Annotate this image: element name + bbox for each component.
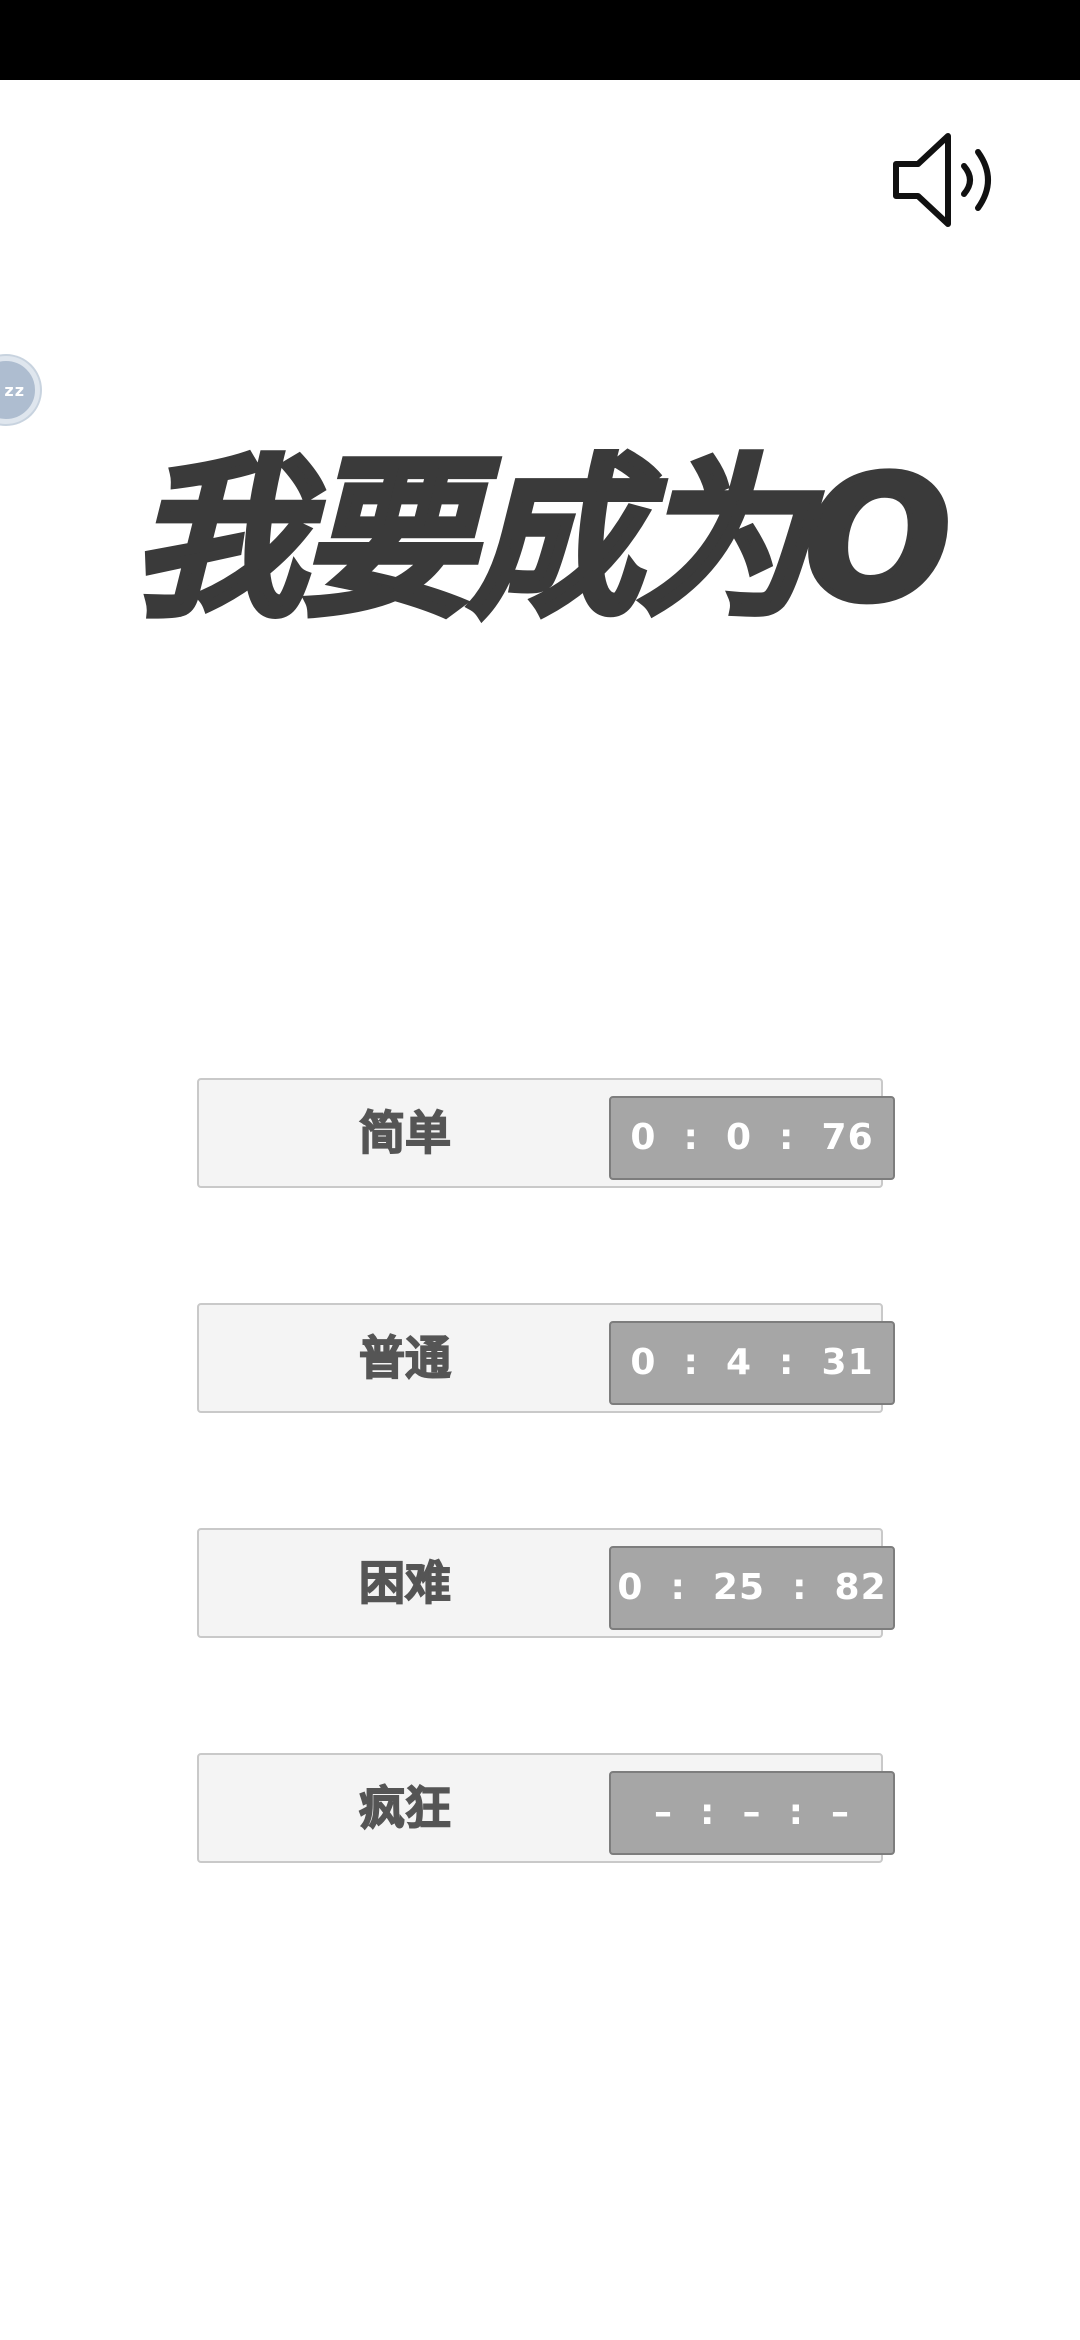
level-hard-button[interactable]: 困难 0 : 25 : 82 <box>197 1528 895 1638</box>
bubble-label: zz <box>4 380 25 400</box>
best-time-display: – : – : – <box>609 1771 895 1855</box>
best-time-display: 0 : 0 : 76 <box>609 1096 895 1180</box>
sound-toggle-button[interactable] <box>890 128 1008 232</box>
level-list: 简单 0 : 0 : 76 普通 0 : 4 : 31 困难 0 : 25 : … <box>197 1078 897 1978</box>
status-bar <box>0 0 1080 80</box>
level-crazy-button[interactable]: 疯狂 – : – : – <box>197 1753 895 1863</box>
floating-assistant-bubble[interactable]: zz <box>0 356 40 424</box>
level-label: 困难 <box>358 1555 452 1611</box>
best-time-display: 0 : 25 : 82 <box>609 1546 895 1630</box>
speaker-volume-icon <box>893 133 991 227</box>
game-title: 我要成为O <box>130 437 954 643</box>
level-label: 普通 <box>358 1330 452 1386</box>
best-time-display: 0 : 4 : 31 <box>609 1321 895 1405</box>
level-label: 简单 <box>358 1105 452 1161</box>
level-normal-button[interactable]: 普通 0 : 4 : 31 <box>197 1303 895 1413</box>
level-label: 疯狂 <box>358 1780 452 1836</box>
level-easy-button[interactable]: 简单 0 : 0 : 76 <box>197 1078 895 1188</box>
